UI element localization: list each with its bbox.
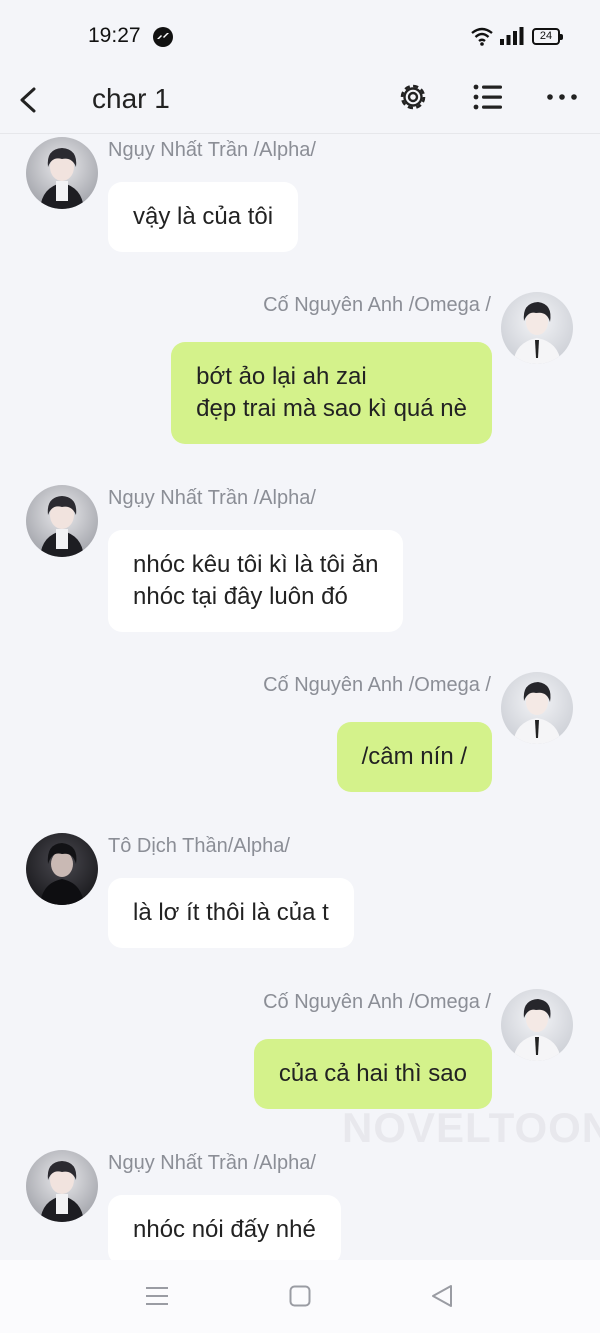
message-text: nhóc kêu tôi kì là tôi ăn <box>133 551 379 578</box>
list-icon[interactable] <box>472 81 504 113</box>
messenger-icon <box>153 27 173 47</box>
message-bubble[interactable]: nhóc nói đấy nhé <box>108 1195 341 1265</box>
avatar[interactable] <box>501 989 573 1061</box>
avatar[interactable] <box>26 833 98 905</box>
message-bubble[interactable]: là lơ ít thôi là của t <box>108 878 354 948</box>
message-bubble[interactable]: bớt ảo lại ah zai đẹp trai mà sao kì quá… <box>171 342 492 444</box>
avatar[interactable] <box>26 485 98 557</box>
chat-title: char 1 <box>92 83 170 114</box>
signal-icon <box>500 27 524 45</box>
message-bubble[interactable]: vậy là của tôi <box>108 182 299 252</box>
message-text: đẹp trai mà sao kì quá nè <box>196 395 467 422</box>
message-bubble[interactable]: /câm nín / <box>336 722 492 792</box>
gear-icon[interactable] <box>396 80 430 114</box>
back-arrow-icon[interactable] <box>14 80 46 120</box>
message-text: /câm nín / <box>361 743 467 770</box>
message-text: bớt ảo lại ah zai <box>196 363 367 390</box>
home-icon[interactable] <box>289 1285 311 1307</box>
nav-back-icon[interactable] <box>430 1284 454 1308</box>
message-text: vậy là của tôi <box>133 203 274 230</box>
sender-name: Ngụy Nhất Trần /Alpha/ <box>108 1152 316 1174</box>
status-bar: 19:27 24 <box>0 0 600 72</box>
wifi-icon <box>471 27 493 46</box>
chat-header: char 1 <box>0 72 600 134</box>
message-text: nhóc nói đấy nhé <box>133 1216 316 1243</box>
sender-name: Cố Nguyên Anh /Omega / <box>263 991 491 1013</box>
message-text: là lơ ít thôi là của t <box>133 899 329 926</box>
message-bubble[interactable]: nhóc kêu tôi kì là tôi ăn nhóc tại đây l… <box>108 530 404 632</box>
more-options-icon[interactable] <box>546 82 578 112</box>
watermark: NOVELTOON <box>342 1104 600 1151</box>
avatar[interactable] <box>501 672 573 744</box>
status-time: 19:27 <box>88 24 141 47</box>
sender-name: Cố Nguyên Anh /Omega / <box>263 294 491 316</box>
battery-icon: 24 <box>532 28 563 45</box>
avatar[interactable] <box>26 137 98 209</box>
recent-apps-icon[interactable] <box>146 1286 168 1306</box>
sender-name: Tô Dịch Thần/Alpha/ <box>108 835 290 857</box>
message-text: của cả hai thì sao <box>278 1060 467 1087</box>
sender-name: Ngụy Nhất Trần /Alpha/ <box>108 139 316 161</box>
sender-name: Cố Nguyên Anh /Omega / <box>263 674 491 696</box>
system-nav-bar <box>0 1260 600 1333</box>
sender-name: Ngụy Nhất Trần /Alpha/ <box>108 487 316 509</box>
message-text: nhóc tại đây luôn đó <box>133 583 348 610</box>
avatar[interactable] <box>26 1150 98 1222</box>
avatar[interactable] <box>501 292 573 364</box>
message-bubble[interactable]: của cả hai thì sao <box>253 1039 492 1109</box>
